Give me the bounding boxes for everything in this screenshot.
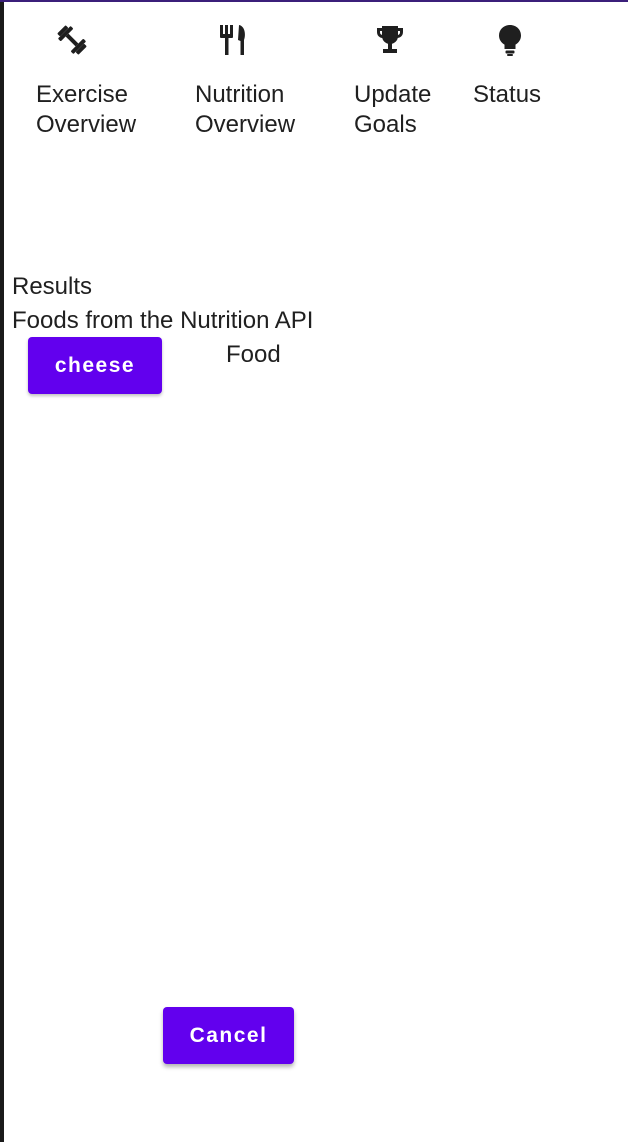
results-subtitle: Foods from the Nutrition API (12, 307, 314, 334)
food-type-label: Food (226, 341, 281, 368)
nav-label-status: Status (473, 81, 542, 108)
cancel-button[interactable]: Cancel (163, 1007, 294, 1064)
nav-label-nutrition-overview: Nutrition Overview (195, 81, 296, 138)
lightbulb-icon (492, 20, 528, 60)
fork-knife-icon (215, 20, 251, 60)
food-result-button[interactable]: cheese (28, 337, 162, 394)
window-top-edge (0, 0, 628, 2)
dumbbell-icon (54, 20, 90, 60)
results-title: Results (12, 273, 93, 300)
nav-label-exercise-overview: Exercise Overview (36, 81, 137, 138)
trophy-icon (372, 20, 408, 60)
nav-label-update-goals: Update Goals (354, 81, 432, 138)
window-left-edge (0, 0, 4, 1142)
